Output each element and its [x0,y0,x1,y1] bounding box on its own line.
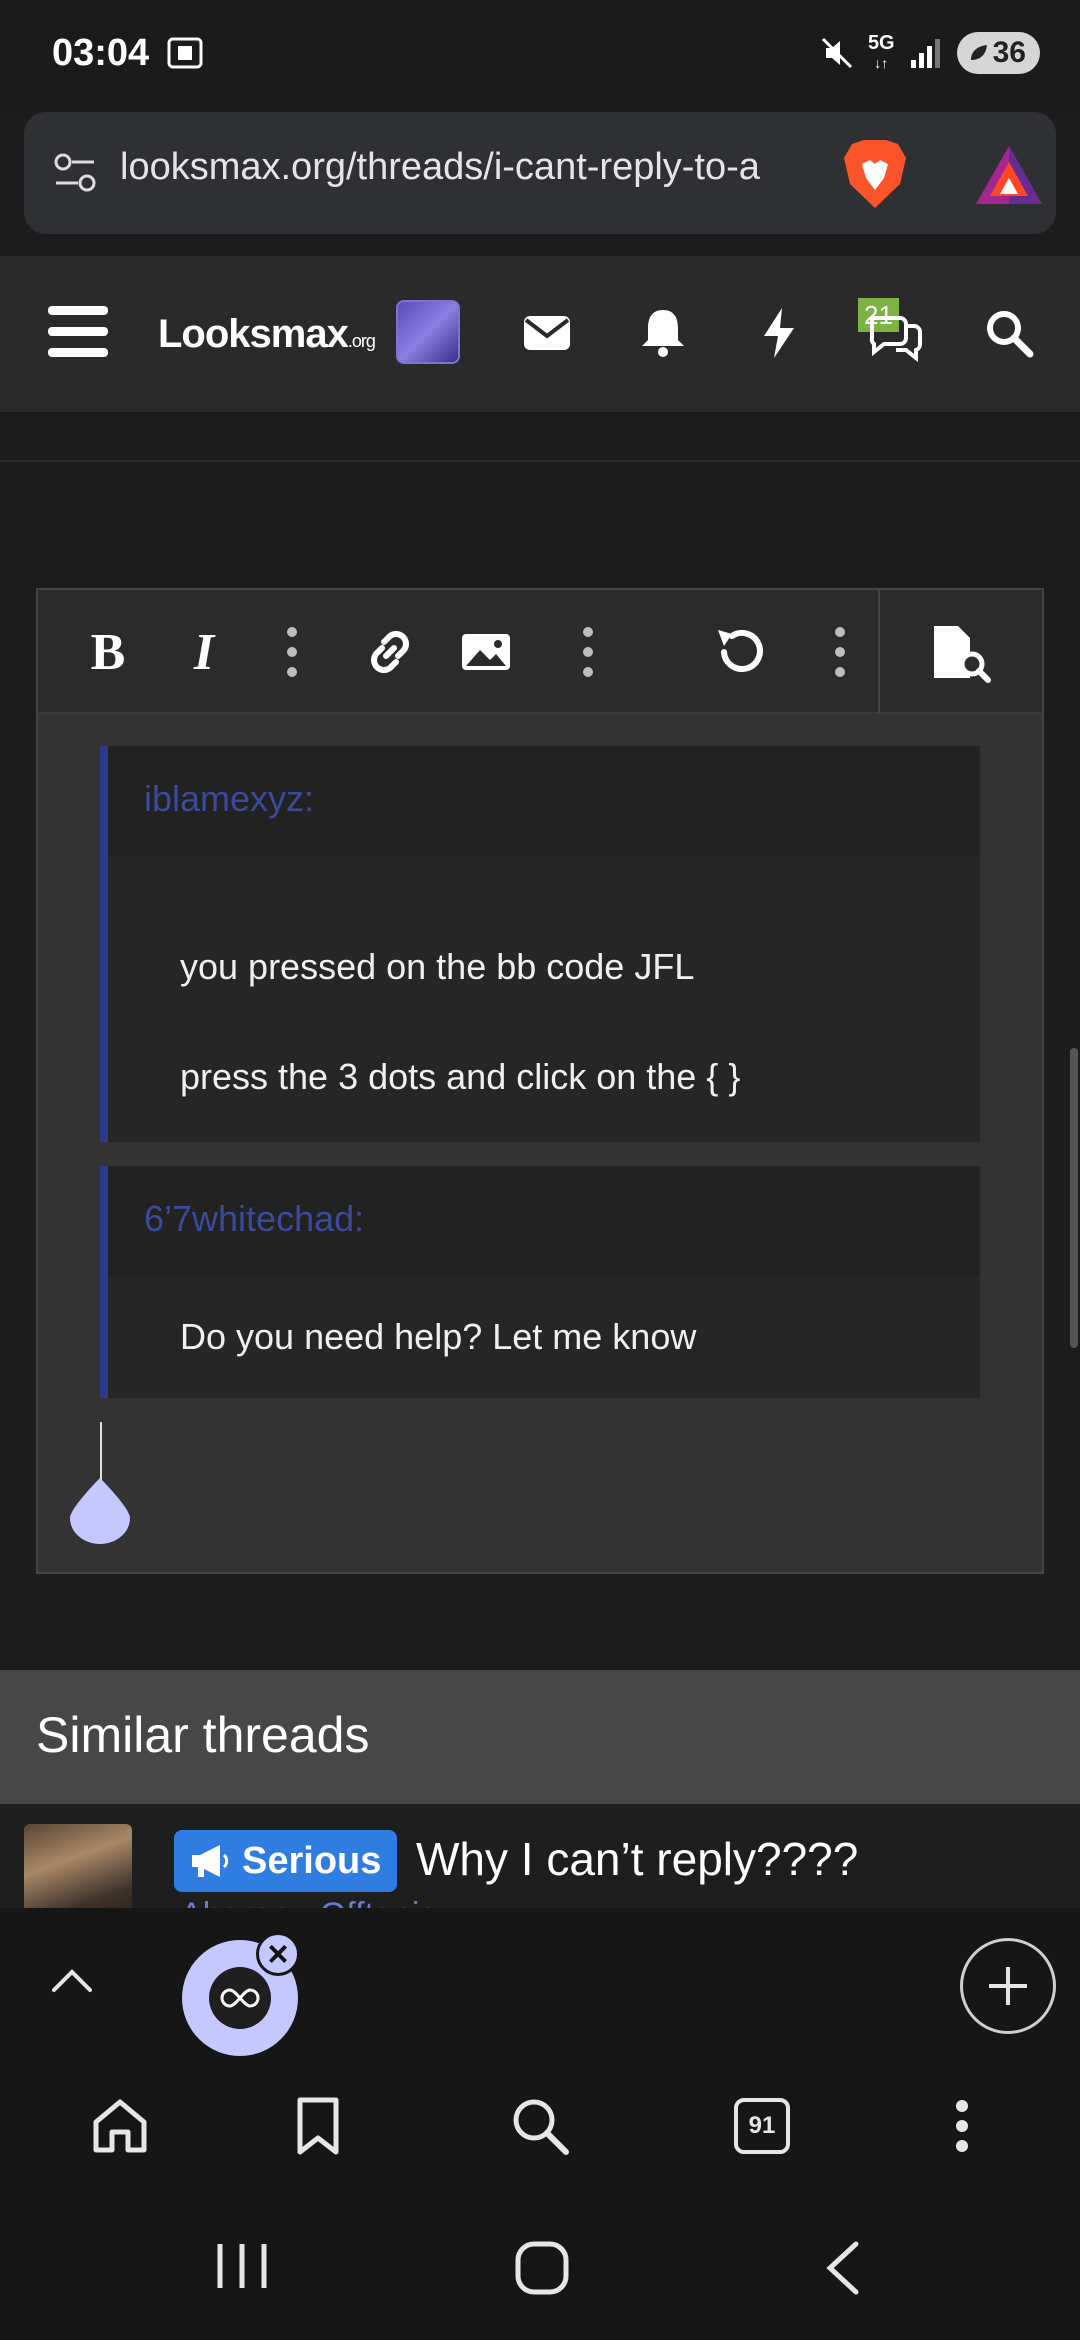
avatar[interactable] [396,300,460,364]
battery-level: 36 [992,36,1026,69]
mute-icon [821,37,852,69]
home-icon[interactable] [88,2094,152,2158]
toolbar-separator [878,590,880,714]
bookmark-icon[interactable] [286,2094,350,2158]
more-options-icon[interactable] [820,620,860,684]
brave-rewards-icon[interactable] [974,144,1044,206]
tabs-button[interactable]: 91 [730,2094,794,2158]
battery-indicator: 36 [956,32,1040,74]
quote-block: 6’7whitechad: Do you need help? Let me k… [100,1166,980,1398]
address-bar[interactable]: looksmax.org/threads/i-cant-reply-to-a [24,112,1056,234]
more-text-icon[interactable] [272,620,312,684]
tune-icon[interactable] [52,150,98,196]
status-icons: 5G ↓↑ 36 [820,30,1040,76]
recent-apps-icon[interactable] [214,2240,270,2292]
url-text[interactable]: looksmax.org/threads/i-cant-reply-to-a [120,146,810,189]
quote-author: iblamexyz: [108,746,980,856]
site-logo[interactable]: Looksmax.org [158,312,376,357]
scrollbar[interactable] [1070,1048,1078,1348]
back-icon[interactable] [820,2240,864,2296]
infinity-icon [220,1988,260,2008]
new-tab-button[interactable] [960,1938,1056,2034]
lightning-icon[interactable] [750,304,808,362]
megaphone-icon [192,1845,229,1877]
browser-toolbar: × [0,1908,1080,2060]
status-bar: 03:04 5G ↓↑ 36 [0,0,1080,110]
editor-toolbar: B I [38,590,1042,714]
thread-thumbnail[interactable] [24,1824,132,1908]
search-icon[interactable] [980,304,1038,362]
browser-nav-bar: 91 [0,2060,1080,2190]
quote-text: Do you need help? Let me know [180,1316,697,1357]
text-caret [100,1422,102,1484]
bold-icon[interactable]: B [78,620,138,684]
divider [0,460,1080,462]
quote-block: iblamexyz: you pressed on the bb code JF… [100,746,980,1142]
undo-icon[interactable] [708,620,772,684]
status-badge[interactable]: Serious [174,1830,398,1892]
bell-icon[interactable] [634,304,692,362]
signal-icon [910,39,940,68]
status-time: 03:04 [52,32,150,74]
brave-lion-icon[interactable] [842,138,908,210]
screenshot-icon [167,37,203,69]
list-item[interactable]: Serious Why I can’t reply???? Aharon · O… [0,1804,1080,1908]
mail-icon[interactable] [518,304,576,362]
image-icon[interactable] [454,620,518,684]
thread-meta: Aharon · Offtopic [180,1896,436,1908]
quote-author: 6’7whitechad: [108,1166,980,1276]
preview-icon[interactable] [924,620,994,684]
system-nav-bar [0,2190,1080,2340]
quote-text: you pressed on the bb code JFL [180,946,695,987]
chat-icon[interactable] [866,304,924,362]
more-insert-icon[interactable] [568,620,608,684]
plus-icon [989,1967,1027,2005]
quote-text: press the 3 dots and click on the { } [180,1056,741,1097]
menu-icon[interactable] [48,306,108,358]
network-label: 5G ↓↑ [867,32,895,71]
cursor-handle[interactable] [68,1478,132,1544]
italic-icon[interactable]: I [174,620,234,684]
chevron-up-icon[interactable] [48,1956,96,2004]
tab-count: 91 [734,2098,790,2154]
reply-editor[interactable]: B I iblamexyz: you pressed on the bb cod… [36,588,1044,1574]
home-button-icon[interactable] [514,2240,570,2296]
close-icon[interactable]: × [256,1932,300,1976]
site-header: Looksmax.org 21 [0,256,1080,412]
section-title: Similar threads [36,1707,370,1763]
link-icon[interactable] [358,620,422,684]
similar-threads-header: Similar threads [0,1670,1080,1804]
menu-more-icon[interactable] [930,2094,994,2158]
battery-saver-icon [970,45,987,60]
search-icon[interactable] [508,2094,572,2158]
thread-title[interactable]: Why I can’t reply???? [416,1832,858,1886]
